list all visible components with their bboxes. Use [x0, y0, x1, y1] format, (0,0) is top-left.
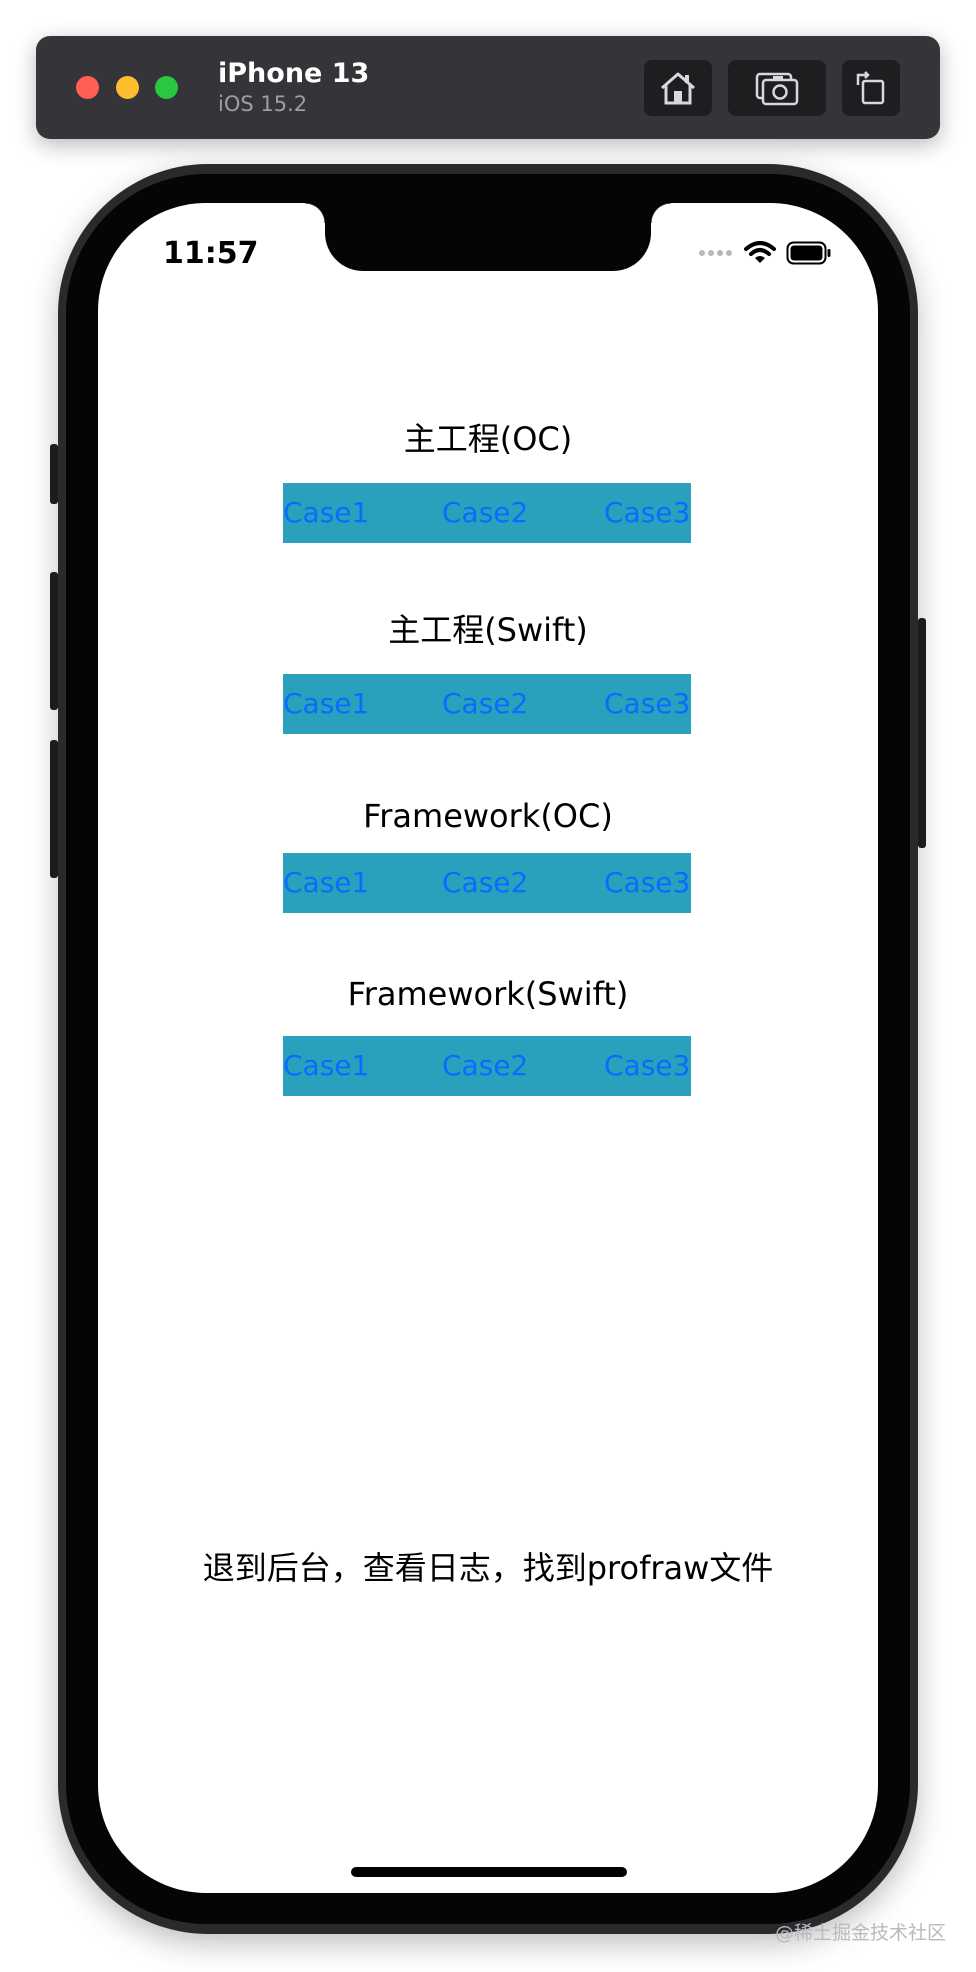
device-name: iPhone 13 — [218, 58, 370, 89]
status-time: 11:57 — [163, 236, 259, 271]
case1-button[interactable]: Case1 — [283, 674, 369, 734]
case1-button[interactable]: Case1 — [283, 853, 369, 913]
section-title-main-swift: 主工程(Swift) — [388, 611, 588, 649]
mute-switch — [50, 444, 58, 504]
case-button-bar: Case1 Case2 Case3 — [283, 674, 691, 734]
wifi-icon — [744, 241, 776, 263]
status-indicators — [698, 241, 832, 265]
close-window-button[interactable] — [76, 76, 99, 99]
case-button-bar: Case1 Case2 Case3 — [283, 1036, 691, 1096]
phone-screen: 11:57 主工程(OC) Case1 Case2 Case3 主工程(Swif… — [98, 203, 878, 1893]
minimize-window-button[interactable] — [116, 76, 139, 99]
simulator-toolbar: iPhone 13 iOS 15.2 — [36, 36, 940, 139]
rotate-icon — [856, 71, 885, 105]
home-icon — [661, 72, 695, 105]
section-title-framework-oc: Framework(OC) — [363, 797, 613, 835]
case3-button[interactable]: Case3 — [604, 853, 690, 913]
signal-dots-icon — [699, 250, 732, 256]
volume-up-button — [50, 572, 58, 710]
simulator-stage: iPhone 13 iOS 15.2 11:57 主工程(OC) Case1 C… — [0, 0, 976, 1972]
case1-button[interactable]: Case1 — [283, 1036, 369, 1096]
camera-icon — [755, 72, 799, 106]
case2-button[interactable]: Case2 — [442, 853, 528, 913]
case1-button[interactable]: Case1 — [283, 483, 369, 543]
volume-down-button — [50, 740, 58, 878]
watermark: @稀土掘金技术社区 — [774, 1922, 946, 1944]
zoom-window-button[interactable] — [155, 76, 178, 99]
case2-button[interactable]: Case2 — [442, 674, 528, 734]
case-button-bar: Case1 Case2 Case3 — [283, 483, 691, 543]
rotate-button[interactable] — [842, 60, 900, 116]
notch — [305, 203, 671, 271]
case2-button[interactable]: Case2 — [442, 483, 528, 543]
os-version: iOS 15.2 — [218, 92, 308, 116]
case2-button[interactable]: Case2 — [442, 1036, 528, 1096]
screenshot-button[interactable] — [728, 60, 826, 116]
case3-button[interactable]: Case3 — [604, 674, 690, 734]
home-button[interactable] — [644, 60, 712, 116]
battery-icon — [786, 241, 831, 265]
section-title-framework-swift: Framework(Swift) — [347, 975, 629, 1013]
home-indicator[interactable] — [351, 1867, 627, 1877]
case3-button[interactable]: Case3 — [604, 1036, 690, 1096]
section-title-main-oc: 主工程(OC) — [403, 420, 573, 458]
power-button — [918, 618, 926, 848]
instruction-text: 退到后台，查看日志，找到profraw文件 — [202, 1549, 774, 1587]
case-button-bar: Case1 Case2 Case3 — [283, 853, 691, 913]
case3-button[interactable]: Case3 — [604, 483, 690, 543]
